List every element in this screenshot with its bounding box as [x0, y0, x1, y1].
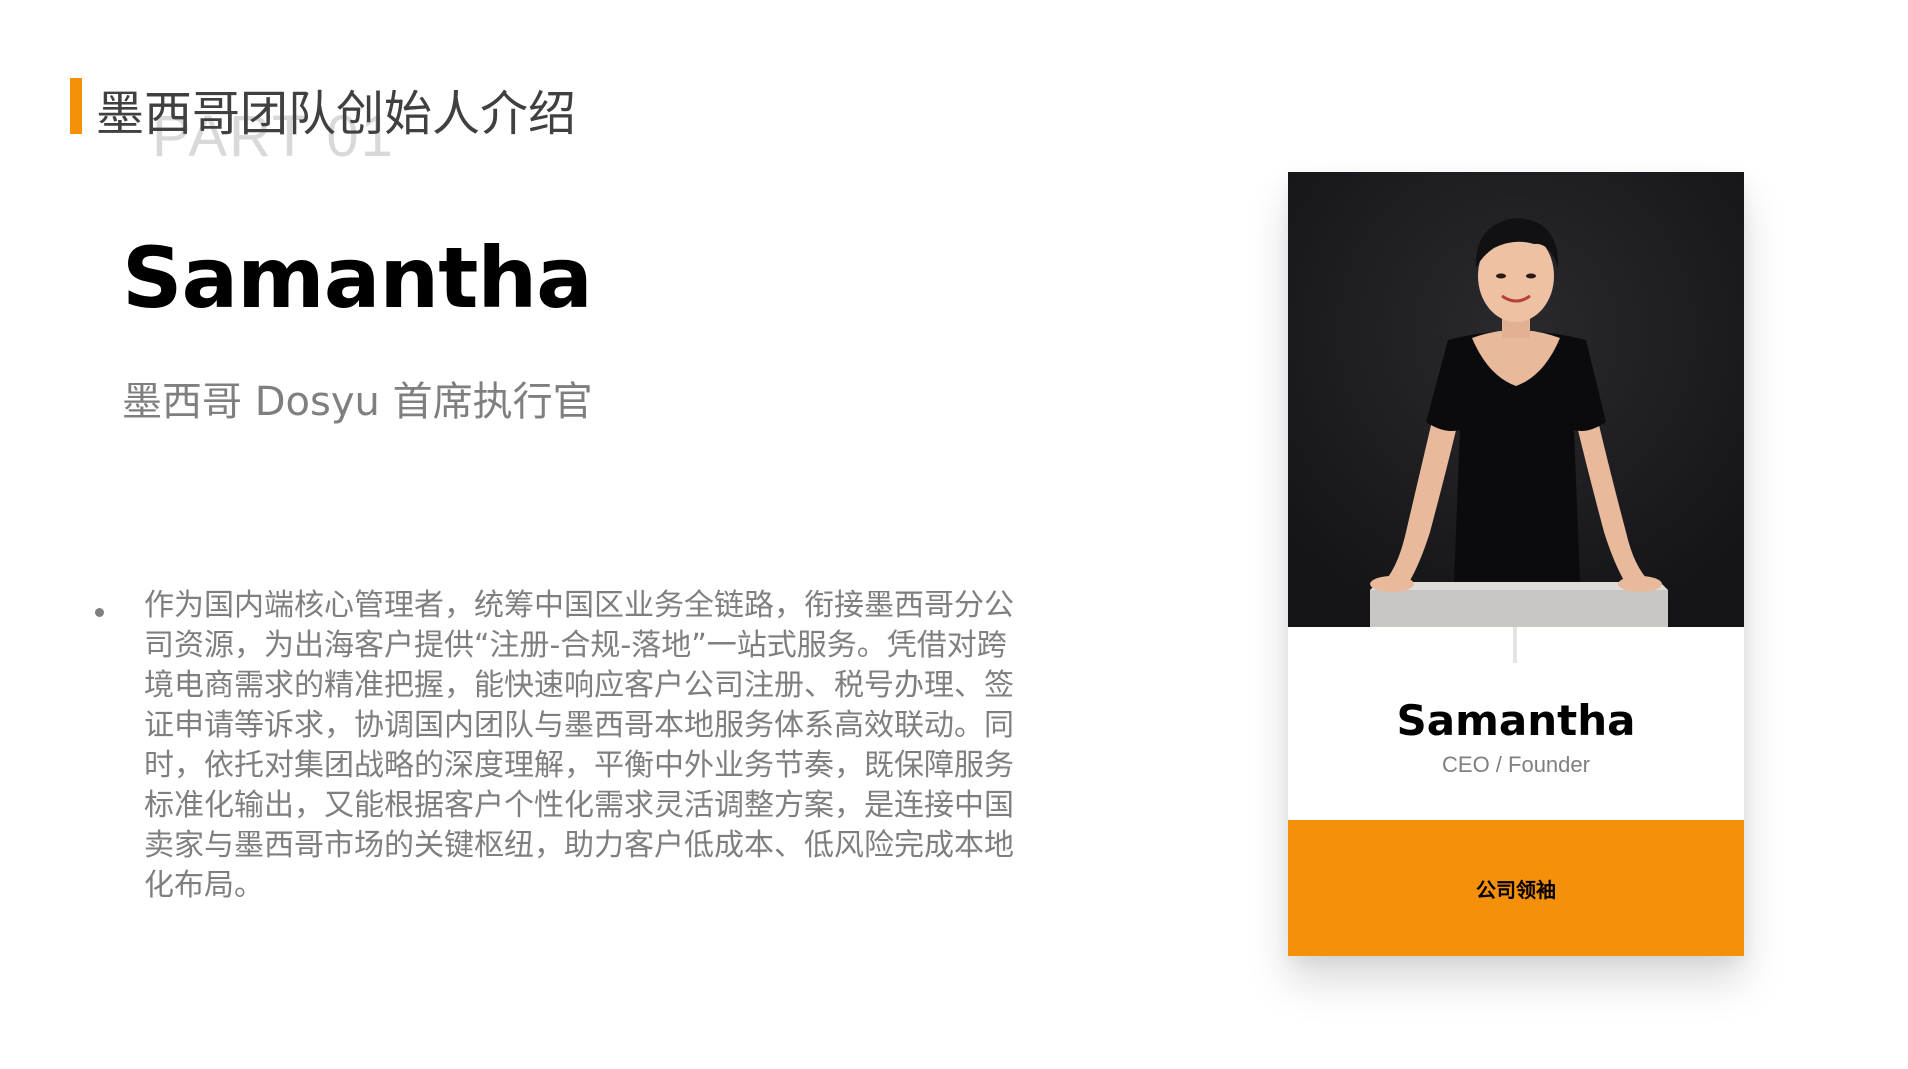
- card-footer-label: 公司领袖: [1476, 877, 1556, 902]
- portrait-illustration: [1288, 172, 1744, 627]
- person-job-title: 墨西哥 Dosyu 首席执行官: [122, 379, 593, 425]
- title-accent-bar: [70, 78, 82, 134]
- card-footer-banner: 公司领袖: [1288, 820, 1744, 956]
- profile-card: Samantha CEO / Founder 公司领袖: [1288, 172, 1744, 956]
- page-title: 墨西哥团队创始人介绍: [96, 86, 577, 142]
- bullet-icon: [95, 608, 104, 617]
- card-divider: [1513, 627, 1517, 663]
- slide: PART 01 墨西哥团队创始人介绍 Samantha 墨西哥 Dosyu 首席…: [0, 0, 1908, 1069]
- bio-text: 作为国内端核心管理者，统筹中国区业务全链路，衔接墨西哥分公司资源，为出海客户提供…: [144, 588, 1014, 903]
- card-person-name: Samantha: [1396, 696, 1636, 745]
- person-name: Samantha: [122, 229, 593, 327]
- portrait-photo: [1288, 172, 1744, 627]
- bio-list-item: 作为国内端核心管理者，统筹中国区业务全链路，衔接墨西哥分公司资源，为出海客户提供…: [95, 586, 1015, 906]
- card-person-role: CEO / Founder: [1442, 752, 1590, 777]
